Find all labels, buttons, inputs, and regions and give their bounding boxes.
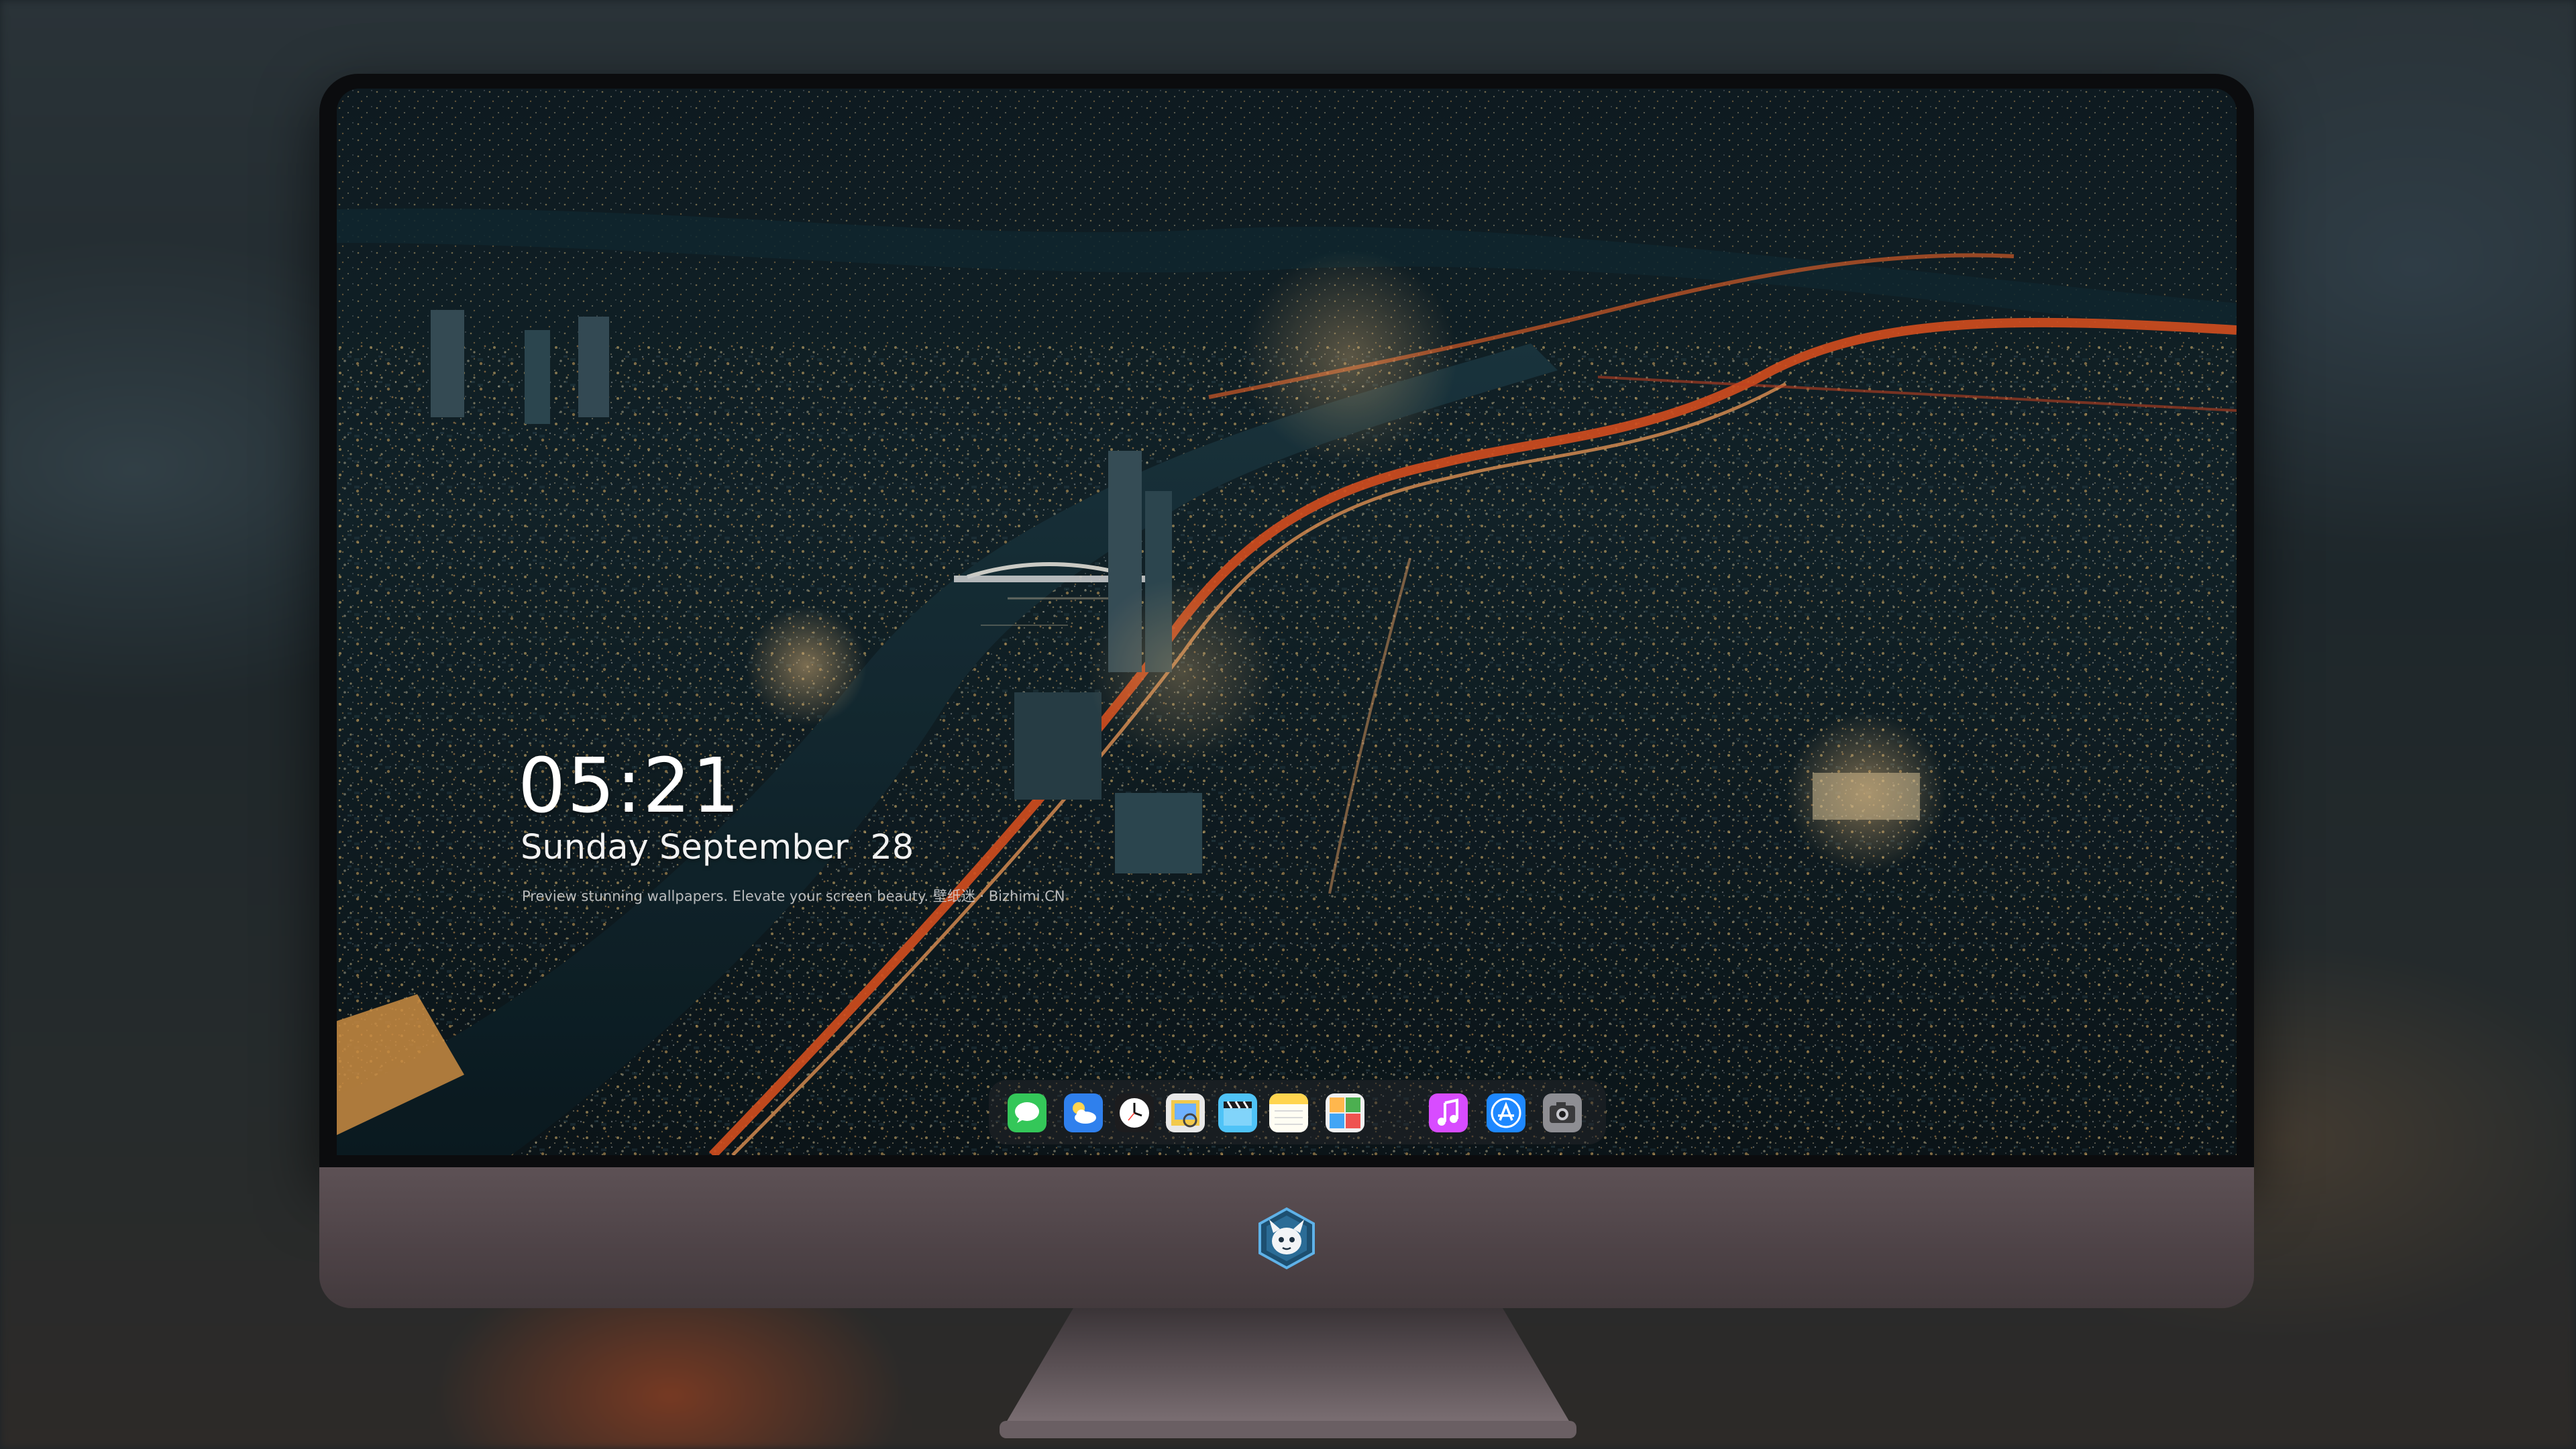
brand-logo-icon: [1258, 1207, 1315, 1270]
city-night-wallpaper: [337, 89, 2237, 1155]
weather-icon[interactable]: [1064, 1093, 1103, 1132]
wallpaper-tagline: Preview stunning wallpapers. Elevate you…: [522, 888, 1065, 904]
lock-screen-clock: 05:21: [518, 743, 741, 830]
monitor-stand: [1000, 1308, 1576, 1438]
imac-mockup: 05:21 Sunday September 28 Preview stunni…: [319, 74, 2254, 1438]
messages-icon[interactable]: [1008, 1093, 1046, 1132]
clock-icon[interactable]: [1115, 1093, 1154, 1132]
preview-icon[interactable]: [1166, 1093, 1205, 1132]
photos-icon[interactable]: [1326, 1093, 1364, 1132]
lock-screen-date: Sunday September 28: [521, 828, 914, 867]
music-icon[interactable]: [1429, 1093, 1468, 1132]
desktop-screen: 05:21 Sunday September 28 Preview stunni…: [337, 89, 2237, 1155]
app-store-icon[interactable]: [1487, 1093, 1525, 1132]
clips-icon[interactable]: [1218, 1093, 1257, 1132]
camera-icon[interactable]: [1543, 1093, 1582, 1132]
notes-icon[interactable]: [1269, 1093, 1308, 1132]
